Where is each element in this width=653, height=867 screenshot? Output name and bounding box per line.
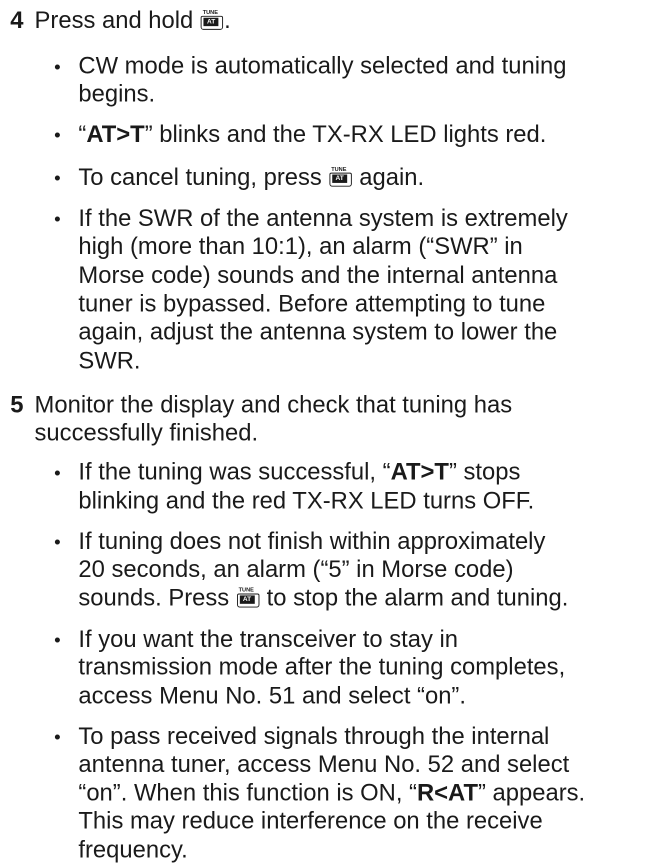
bullet-icon: • bbox=[54, 462, 61, 484]
list-item-line: transmission mode after the tuning compl… bbox=[78, 654, 566, 681]
list-item-line: again, adjust the antenna system to lowe… bbox=[78, 319, 558, 346]
list-item-line: If tuning does not finish within approxi… bbox=[78, 528, 546, 555]
list-item-line: SWR. bbox=[78, 348, 141, 375]
tune-at-key-icon: TUNE AT bbox=[329, 167, 352, 187]
bullet-icon: • bbox=[54, 727, 61, 748]
bullet-icon: • bbox=[54, 209, 61, 230]
list-item-line: “on”. When this function is ON, “R<AT” a… bbox=[78, 780, 586, 807]
bullet-icon: • bbox=[54, 56, 61, 78]
list-item-line: If the tuning was successful, “AT>T” sto… bbox=[78, 459, 521, 486]
list-item-line: tuner is bypassed. Before attempting to … bbox=[78, 291, 546, 318]
list-item-line: sounds. Press TUNE AT to stop the alarm a… bbox=[78, 585, 569, 612]
step-number: 4 bbox=[10, 7, 24, 34]
list-item-line: Morse code) sounds and the internal ante… bbox=[78, 262, 558, 289]
list-item-line: 20 seconds, an alarm (“5” in Morse code) bbox=[78, 556, 514, 583]
list-item-line: If the SWR of the antenna system is extr… bbox=[78, 205, 568, 232]
list-item-line: If you want the transceiver to stay in bbox=[78, 626, 459, 653]
list-item-line: begins. bbox=[78, 81, 156, 108]
tune-at-key-icon: TUNE AT bbox=[200, 10, 224, 30]
list-item-line: CW mode is automatically selected and tu… bbox=[78, 53, 567, 80]
list-item-line: antenna tuner, access Menu No. 52 and se… bbox=[78, 751, 570, 778]
step-text: Monitor the display and check that tunin… bbox=[34, 391, 513, 419]
step-text: Press and hold TUNE AT. bbox=[34, 7, 231, 34]
bullet-icon: • bbox=[54, 125, 61, 146]
step-text: successfully finished. bbox=[34, 419, 259, 447]
list-item-line: access Menu No. 51 and select “on”. bbox=[78, 683, 466, 710]
list-item-line: blinking and the red TX-RX LED turns OFF… bbox=[78, 488, 535, 515]
list-item-line: frequency. bbox=[78, 837, 188, 864]
list-item-line: high (more than 10:1), an alarm (“SWR” i… bbox=[78, 233, 523, 260]
step-number: 5 bbox=[10, 391, 24, 419]
list-item-line: To pass received signals through the int… bbox=[78, 723, 550, 750]
bullet-icon: • bbox=[54, 531, 61, 553]
list-item-line: “AT>T” blinks and the TX-RX LED lights r… bbox=[78, 121, 547, 148]
bullet-icon: • bbox=[54, 629, 61, 651]
list-item-line: To cancel tuning, press TUNE AT again. bbox=[78, 164, 425, 191]
list-item-line: This may reduce interference on the rece… bbox=[78, 808, 543, 835]
tune-at-key-icon: TUNE AT bbox=[236, 588, 260, 608]
bullet-icon: • bbox=[54, 167, 61, 189]
